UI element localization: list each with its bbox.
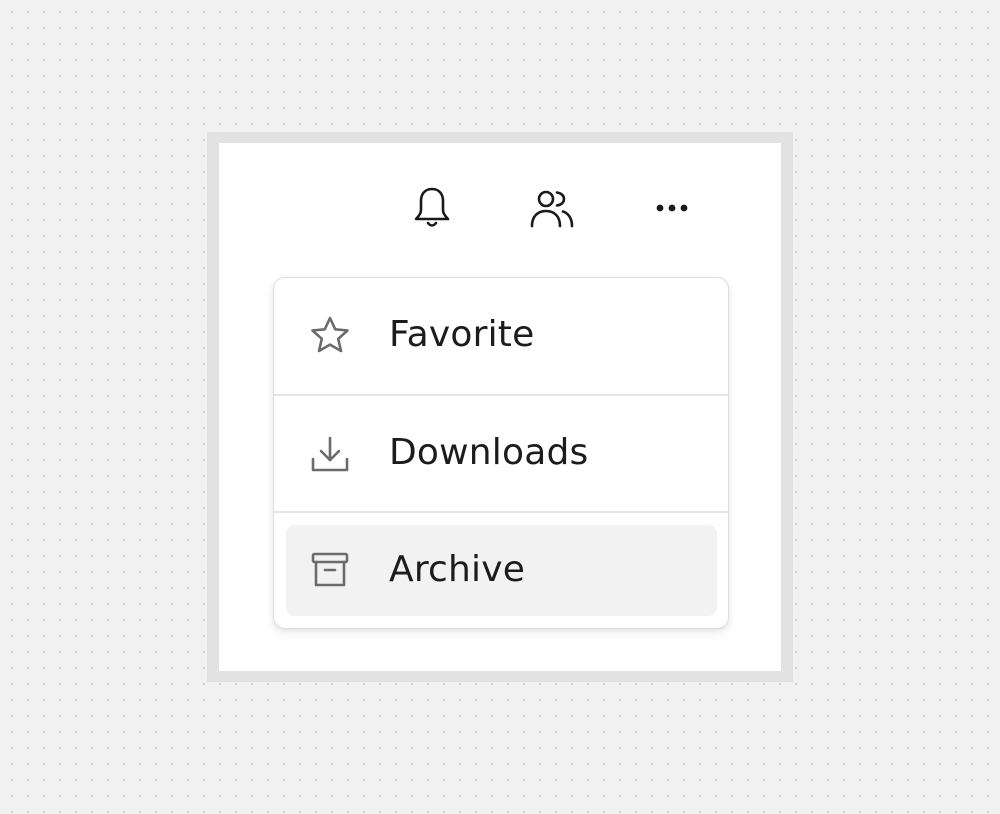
- star-icon: [307, 313, 353, 359]
- menu-item-label: Archive: [389, 549, 526, 590]
- component-frame: Favorite Downloads Archive: [207, 132, 793, 682]
- menu-item-archive[interactable]: Archive: [286, 525, 717, 616]
- more-horizontal-icon: [652, 202, 692, 214]
- menu-item-label: Downloads: [389, 432, 589, 473]
- people-button[interactable]: [528, 184, 576, 232]
- people-icon: [529, 188, 575, 228]
- more-options-button[interactable]: [648, 184, 696, 232]
- notifications-button[interactable]: [408, 184, 456, 232]
- menu-item-downloads[interactable]: Downloads: [274, 396, 728, 512]
- toolbar-panel: Favorite Downloads Archive: [219, 143, 781, 671]
- menu-item-label: Favorite: [389, 314, 535, 355]
- download-icon: [307, 432, 353, 478]
- menu-item-favorite[interactable]: Favorite: [274, 278, 728, 394]
- archive-icon: [307, 547, 353, 593]
- bell-icon: [412, 186, 452, 230]
- dropdown-menu: Favorite Downloads Archive: [273, 277, 729, 629]
- menu-divider: [274, 511, 728, 513]
